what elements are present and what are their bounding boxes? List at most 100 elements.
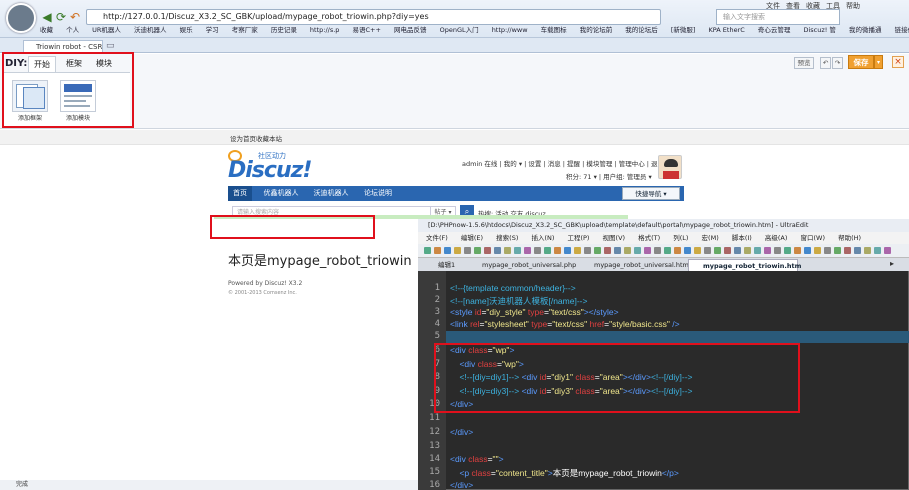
undo-icon[interactable]: ↶	[68, 10, 82, 24]
bookmark[interactable]: 沃迪机器人	[134, 26, 167, 34]
bookmark[interactable]: OpenGL入门	[440, 26, 479, 34]
toolbar-icon[interactable]	[694, 247, 701, 254]
editor-menu-item[interactable]: 脚本(I)	[732, 234, 752, 242]
toolbar-icon[interactable]	[664, 247, 671, 254]
bookmark[interactable]: 我的微播通	[849, 26, 882, 34]
toolbar-icon[interactable]	[734, 247, 741, 254]
preview-button[interactable]: 预览	[794, 57, 814, 69]
toolbar-icon[interactable]	[884, 247, 891, 254]
editor-menu-item[interactable]: 格式(T)	[638, 234, 660, 242]
back-icon[interactable]: ◀	[40, 10, 54, 24]
code-line[interactable]: <link rel="stylesheet" type="text/css" h…	[450, 319, 680, 329]
editor-menu-item[interactable]: 搜索(S)	[496, 234, 518, 242]
toolbar-icon[interactable]	[444, 247, 451, 254]
code-line[interactable]: <!--{template common/header}-->	[450, 283, 576, 293]
code-line[interactable]: <p class="content_title">本页是mypage_robot…	[450, 467, 678, 479]
editor-tab-active[interactable]: mypage_robot_triowin.htm	[688, 259, 801, 271]
toolbar-icon[interactable]	[764, 247, 771, 254]
bookmark[interactable]: 奇心云管理	[758, 26, 791, 34]
code-line[interactable]: </div>	[450, 480, 473, 490]
menu-tools[interactable]: 工具	[826, 1, 840, 11]
save-dropdown-icon[interactable]: ▾	[874, 55, 883, 69]
toolbar-icon[interactable]	[684, 247, 691, 254]
toolbar-icon[interactable]	[624, 247, 631, 254]
toolbar-icon[interactable]	[594, 247, 601, 254]
address-bar[interactable]: http://127.0.0.1/Discuz_X3.2_SC_GBK/uplo…	[86, 9, 661, 25]
editor-menu-item[interactable]: 宏(M)	[702, 234, 719, 242]
editor-menu-item[interactable]: 高级(A)	[765, 234, 788, 242]
toolbar-icon[interactable]	[454, 247, 461, 254]
editor-menu-item[interactable]: 编辑(E)	[461, 234, 483, 242]
toolbar-icon[interactable]	[464, 247, 471, 254]
bookmark[interactable]: Discuz! 管	[803, 26, 835, 34]
toolbar-icon[interactable]	[494, 247, 501, 254]
toolbar-icon[interactable]	[614, 247, 621, 254]
toolbar-icon[interactable]	[674, 247, 681, 254]
editor-menu-item[interactable]: 工程(P)	[567, 234, 589, 242]
bookmark[interactable]: 学习	[206, 26, 219, 34]
user-credits[interactable]: 积分: 71 ▾ | 用户组: 管理员 ▾	[566, 171, 652, 181]
toolbar-icon[interactable]	[714, 247, 721, 254]
tabs-scroll-icon[interactable]: ▸	[890, 259, 894, 268]
toolbar-icon[interactable]	[534, 247, 541, 254]
toolbar-icon[interactable]	[554, 247, 561, 254]
toolbar-icon[interactable]	[864, 247, 871, 254]
new-tab-icon[interactable]: ▭	[106, 41, 115, 51]
toolbar-icon[interactable]	[474, 247, 481, 254]
menu-help[interactable]: 帮助	[846, 1, 860, 11]
bookmark[interactable]: 易语C++	[352, 26, 380, 34]
toolbar-icon[interactable]	[604, 247, 611, 254]
editor-menu-item[interactable]: 文件(F)	[426, 234, 448, 242]
site-logo[interactable]: Discuz!	[228, 158, 312, 183]
bookmark[interactable]: 车载图标	[541, 26, 567, 34]
toolbar-icon[interactable]	[484, 247, 491, 254]
toolbar-icon[interactable]	[644, 247, 651, 254]
save-button[interactable]: 保存	[848, 55, 874, 69]
bookmark[interactable]: UR机器人	[92, 26, 121, 34]
redo-button[interactable]: ↷	[832, 57, 843, 69]
user-links[interactable]: admin 在线 | 我的 ▾ | 设置 | 消息 | 提醒 | 模块管理 | …	[462, 158, 664, 168]
undo-button[interactable]: ↶	[820, 57, 831, 69]
menu-view[interactable]: 查看	[786, 1, 800, 11]
toolbar-icon[interactable]	[794, 247, 801, 254]
toolbar-icon[interactable]	[784, 247, 791, 254]
toolbar-icon[interactable]	[574, 247, 581, 254]
user-avatar[interactable]	[658, 155, 682, 179]
bookmark[interactable]: 历史记录	[271, 26, 297, 34]
code-line[interactable]: <style id="diy_style" type="text/css"></…	[450, 307, 619, 317]
toolbar-icon[interactable]	[744, 247, 751, 254]
toolbar-icon[interactable]	[854, 247, 861, 254]
bookmark[interactable]: http://s.p	[310, 26, 340, 34]
toolbar-icon[interactable]	[564, 247, 571, 254]
bookmark[interactable]: 我的论坛前	[580, 26, 613, 34]
quick-nav-button[interactable]: 快捷导航 ▾	[622, 187, 680, 200]
menu-file[interactable]: 文件	[766, 1, 780, 11]
bookmark-site-link[interactable]: 收藏本站	[256, 133, 282, 143]
toolbar-icon[interactable]	[584, 247, 591, 254]
editor-menu-item[interactable]: 插入(N)	[531, 234, 554, 242]
set-homepage-link[interactable]: 设为首页	[230, 133, 256, 143]
toolbar-icon[interactable]	[514, 247, 521, 254]
toolbar-icon[interactable]	[704, 247, 711, 254]
browser-search-input[interactable]: 输入文字搜索	[716, 9, 840, 25]
bookmark[interactable]: 个人	[66, 26, 79, 34]
bookmark[interactable]: 娱乐	[180, 26, 193, 34]
toolbar-icon[interactable]	[774, 247, 781, 254]
editor-menu-item[interactable]: 窗口(W)	[801, 234, 826, 242]
toolbar-icon[interactable]	[434, 247, 441, 254]
bookmark[interactable]: KPA EtherC	[709, 26, 745, 34]
toolbar-icon[interactable]	[814, 247, 821, 254]
editor-tab[interactable]: mypage_robot_universal.htm	[580, 259, 689, 271]
toolbar-icon[interactable]	[824, 247, 831, 254]
editor-menu-item[interactable]: 列(L)	[673, 234, 688, 242]
bookmark[interactable]: 收藏	[40, 26, 53, 34]
menu-favorites[interactable]: 收藏	[806, 1, 820, 11]
bookmark[interactable]: 网电品反馈	[394, 26, 427, 34]
code-line[interactable]: <div class="">	[450, 454, 504, 464]
toolbar-icon[interactable]	[524, 247, 531, 254]
bookmark[interactable]: 链接借鉴	[895, 26, 909, 34]
nav-forum-info[interactable]: 论坛说明	[358, 186, 398, 201]
code-line[interactable]: </div>	[450, 427, 473, 437]
toolbar-icon[interactable]	[754, 247, 761, 254]
code-line[interactable]: <!--[name]沃迪机器人模板[/name]-->	[450, 295, 587, 307]
